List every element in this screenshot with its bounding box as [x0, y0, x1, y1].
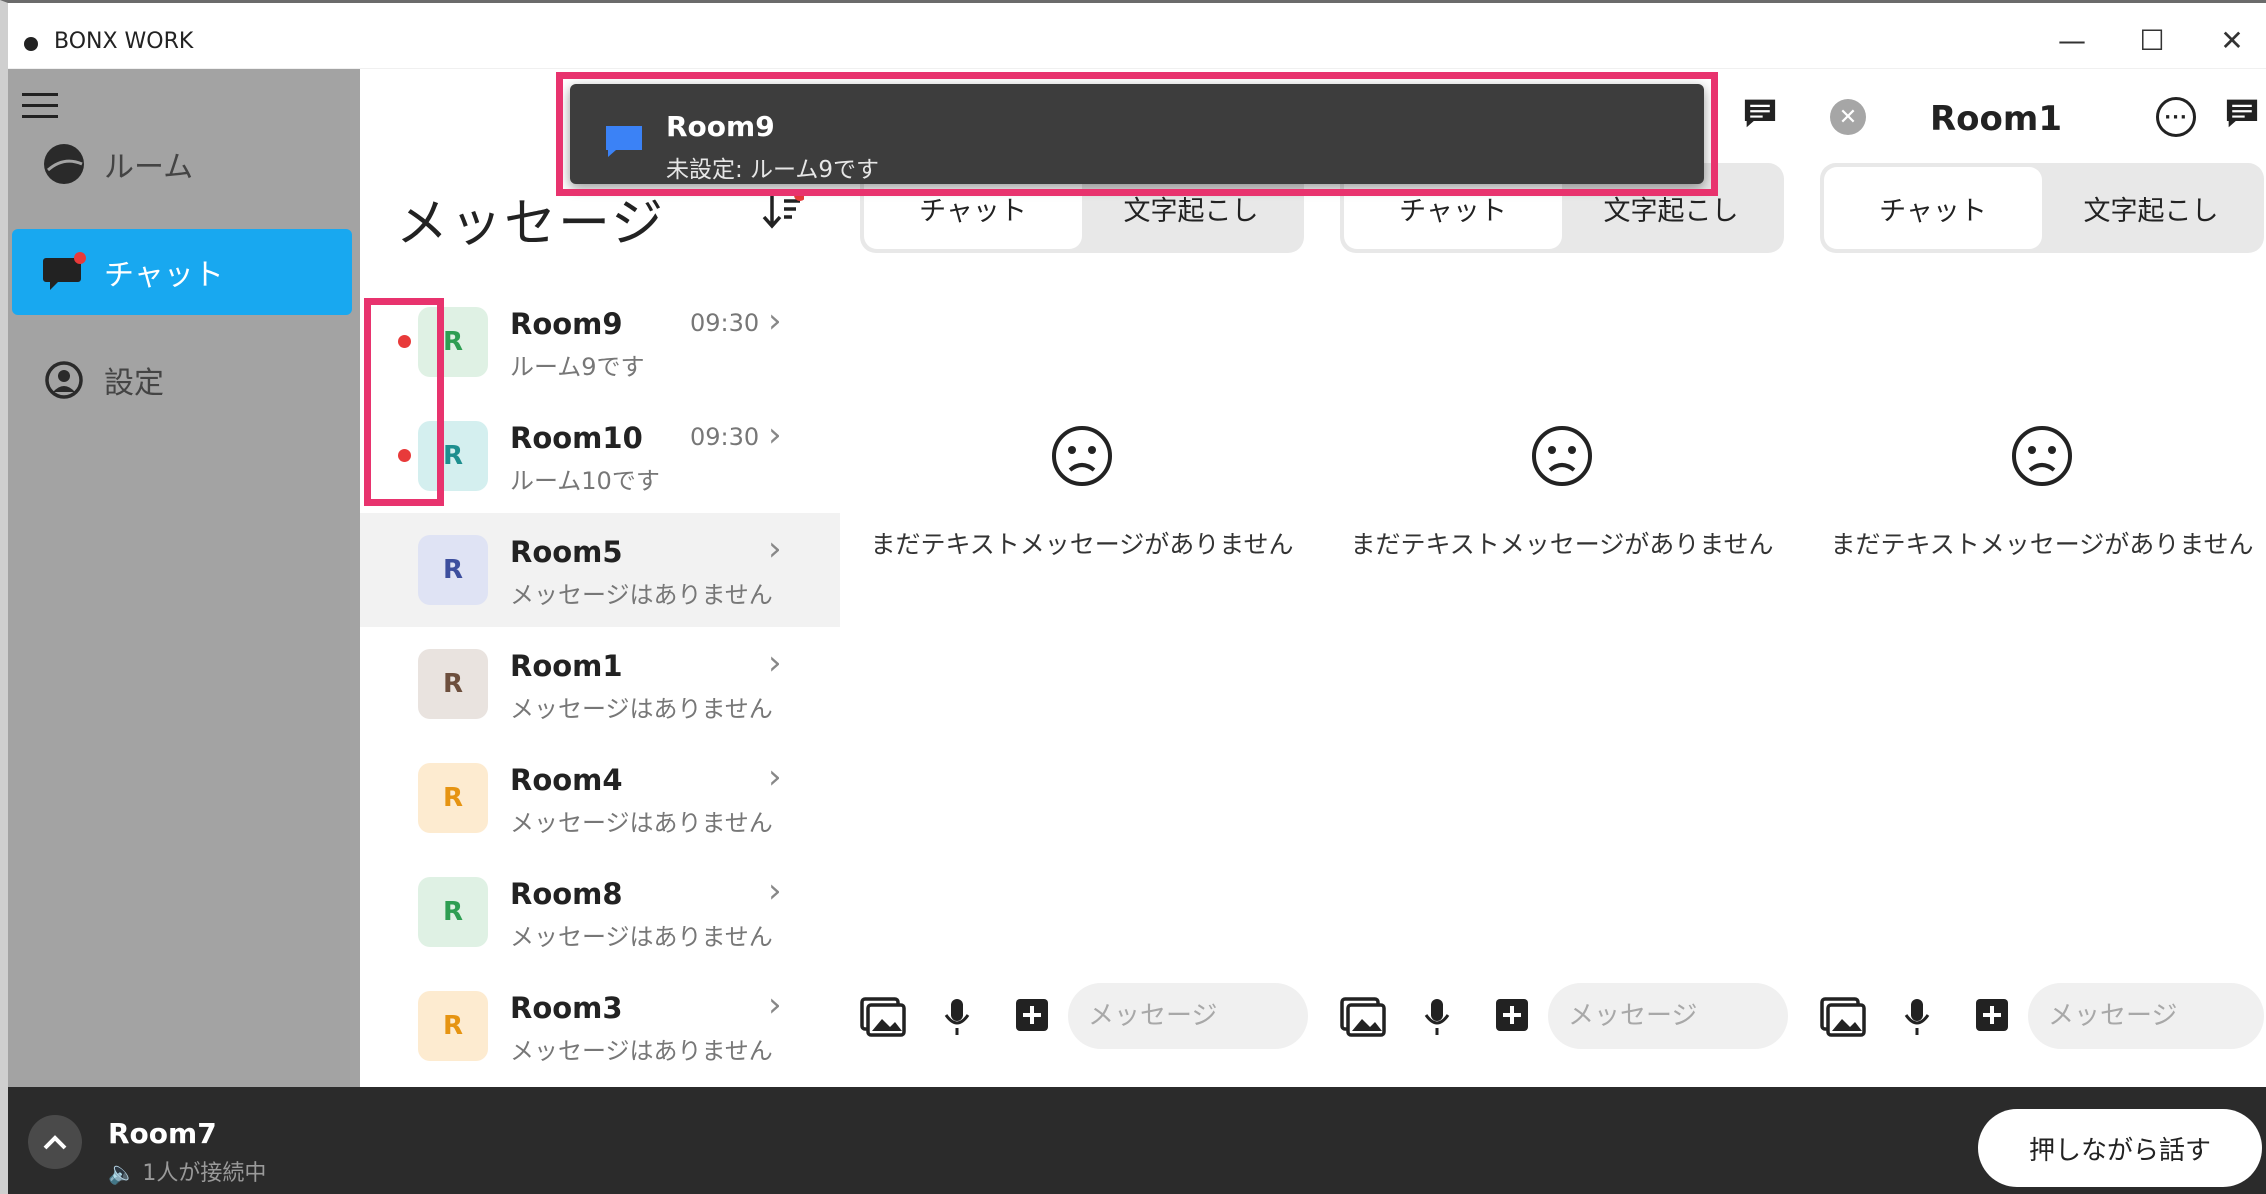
room-time: 09:30 — [690, 423, 760, 451]
current-room-name: Room7 — [108, 1117, 217, 1150]
image-attach-icon[interactable] — [1340, 997, 1386, 1041]
chevron-right-icon: › — [768, 415, 782, 455]
avatar: R — [418, 763, 488, 833]
image-attach-icon[interactable] — [1820, 997, 1866, 1041]
plus-square-icon[interactable] — [1974, 997, 2010, 1037]
user-circle-icon — [42, 358, 86, 402]
room-list-item[interactable]: R Room3 メッセージはありません › — [360, 969, 840, 1083]
microphone-icon[interactable] — [1902, 997, 1932, 1041]
chat-column-1: チャット 文字起こし まだテキストメッセージがありません — [860, 69, 1340, 1087]
connection-status-text: 1人が接続中 — [142, 1161, 267, 1186]
highlight-box-notification — [556, 72, 1718, 196]
message-composer — [1820, 983, 2266, 1053]
sidebar-item-chat[interactable]: チャット — [12, 229, 352, 315]
message-composer — [1340, 983, 1820, 1053]
chat-column-3: ✕ Room1 ··· チャット 文字起こし まだテキストメッセージがありません — [1820, 69, 2266, 1087]
room-name: Room3 — [510, 991, 623, 1025]
close-window-button[interactable]: ✕ — [2202, 19, 2262, 61]
room-name: Room9 — [510, 307, 623, 341]
room-name: Room1 — [510, 649, 623, 683]
sidebar-item-label: 設定 — [104, 366, 164, 401]
more-options-icon[interactable]: ··· — [2156, 97, 2196, 137]
chat-bubble-icon — [42, 250, 86, 294]
sad-face-icon — [1820, 424, 2264, 488]
room-list-item[interactable]: R Room8 メッセージはありません › — [360, 855, 840, 969]
hamburger-menu-icon[interactable] — [22, 93, 58, 123]
chevron-right-icon: › — [768, 985, 782, 1025]
sidebar-item-settings[interactable]: 設定 — [12, 337, 352, 423]
column-title: Room1 — [1930, 99, 2062, 139]
minimize-button[interactable]: — — [2042, 19, 2102, 61]
tab-transcript[interactable]: 文字起こし — [2042, 167, 2260, 249]
speaker-icon: 🔈 — [108, 1161, 136, 1186]
room-preview: ルーム10です — [510, 467, 660, 495]
room-list-pane: メッセージ R Room9 ルーム9です 09:30 › R Room10 ルーム10です 09… — [360, 69, 840, 1087]
room-preview: メッセージはありません — [510, 923, 773, 951]
chat-column-2: チャット 文字起こし まだテキストメッセージがありません — [1340, 69, 1820, 1087]
chat-view-icon[interactable] — [2224, 97, 2260, 129]
room-icon — [42, 142, 86, 186]
bottom-bar: Room7 🔈 1人が接続中 押しながら話す — [8, 1087, 2266, 1194]
sidebar: ルーム チャット 設定 — [8, 69, 360, 1087]
avatar: R — [418, 535, 488, 605]
tab-switcher: チャット 文字起こし — [1820, 163, 2264, 253]
message-input[interactable] — [1548, 983, 1788, 1049]
room-name: Room4 — [510, 763, 623, 797]
room-list-item[interactable]: R Room5 メッセージはありません › — [360, 513, 840, 627]
room-name: Room8 — [510, 877, 623, 911]
room-list-item[interactable]: R Room4 メッセージはありません › — [360, 741, 840, 855]
empty-message: まだテキストメッセージがありません — [1350, 530, 1774, 559]
room-name: Room5 — [510, 535, 623, 569]
chevron-right-icon: › — [768, 529, 782, 569]
chevron-right-icon: › — [768, 757, 782, 797]
sidebar-item-room[interactable]: ルーム — [12, 121, 352, 207]
highlight-box-unread-dots — [364, 298, 444, 506]
avatar: R — [418, 649, 488, 719]
tab-chat[interactable]: チャット — [1824, 167, 2042, 249]
microphone-icon[interactable] — [1422, 997, 1452, 1041]
message-input[interactable] — [1068, 983, 1308, 1049]
chevron-right-icon: › — [768, 871, 782, 911]
sidebar-item-label: ルーム — [104, 150, 194, 185]
room-preview: メッセージはありません — [510, 581, 773, 609]
room-preview: メッセージはありません — [510, 809, 773, 837]
expand-up-icon[interactable] — [28, 1115, 82, 1169]
app-logo-icon — [24, 37, 38, 51]
sad-face-icon — [1340, 424, 1784, 488]
maximize-button[interactable]: ☐ — [2122, 19, 2182, 61]
connection-status: 🔈 1人が接続中 — [108, 1155, 266, 1187]
empty-message: まだテキストメッセージがありません — [870, 530, 1294, 559]
room-preview: メッセージはありません — [510, 1037, 773, 1065]
push-to-talk-button[interactable]: 押しながら話す — [1978, 1109, 2262, 1187]
chevron-right-icon: › — [768, 643, 782, 683]
plus-square-icon[interactable] — [1494, 997, 1530, 1037]
title-bar: BONX WORK — ☐ ✕ — [8, 3, 2266, 69]
room-preview: ルーム9です — [510, 353, 645, 381]
microphone-icon[interactable] — [942, 997, 972, 1041]
plus-square-icon[interactable] — [1014, 997, 1050, 1037]
chat-view-icon[interactable] — [1742, 97, 1778, 129]
sidebar-item-label: チャット — [104, 258, 224, 293]
empty-message: まだテキストメッセージがありません — [1830, 530, 2254, 559]
message-input[interactable] — [2028, 983, 2264, 1049]
avatar: R — [418, 877, 488, 947]
image-attach-icon[interactable] — [860, 997, 906, 1041]
avatar: R — [418, 991, 488, 1061]
room-time: 09:30 — [690, 309, 760, 337]
room-list-item[interactable]: R Room1 メッセージはありません › — [360, 627, 840, 741]
sad-face-icon — [860, 424, 1304, 488]
chevron-right-icon: › — [768, 301, 782, 341]
message-composer — [860, 983, 1340, 1053]
room-name: Room10 — [510, 421, 643, 455]
room-preview: メッセージはありません — [510, 695, 773, 723]
app-title: BONX WORK — [54, 29, 194, 54]
close-column-icon[interactable]: ✕ — [1830, 99, 1866, 135]
